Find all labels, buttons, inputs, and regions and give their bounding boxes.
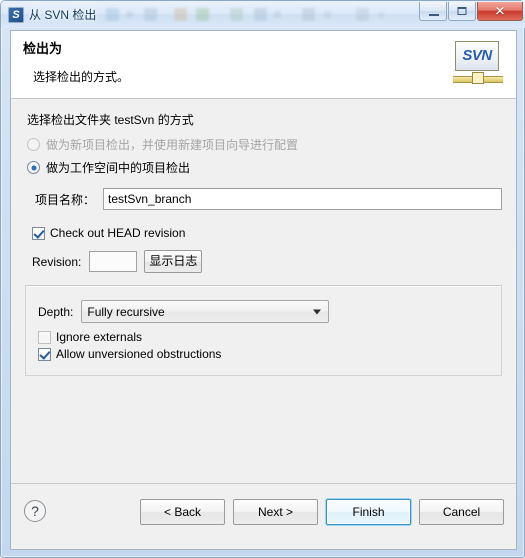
show-log-button[interactable]: 显示日志 [144,250,203,273]
back-button[interactable]: < Back [140,499,225,525]
allow-unversioned-label: Allow unversioned obstructions [56,347,222,361]
project-name-row: 项目名称： [35,188,502,210]
radio-option-workspace-project[interactable]: 做为工作空间中的项目检出 [27,159,502,176]
radio-label-new-project: 做为新项目检出，并使用新建项目向导进行配置 [46,138,299,152]
ignore-externals-checkbox[interactable] [38,330,51,344]
allow-unversioned-checkbox[interactable] [38,347,51,361]
dialog-footer: ? < Back Next > Finish Cancel [11,483,516,549]
chevron-down-icon [313,309,322,314]
project-name-input[interactable] [103,188,502,210]
project-name-label: 项目名称： [35,192,96,207]
close-button[interactable]: ✕ [477,2,523,21]
title-bar[interactable]: S 从 SVN 检出 ✕ [1,1,525,28]
maximize-button[interactable] [448,2,476,21]
page-subtitle: 选择检出的方式。 [33,70,130,84]
depth-label: Depth: [38,304,74,319]
depth-row: Depth: Fully recursive [38,300,489,323]
checkout-prompt: 选择检出文件夹 testSvn 的方式 [27,113,194,127]
svn-logo-knob [472,72,484,84]
minimize-button[interactable] [419,2,447,21]
radio-option-new-project[interactable]: 做为新项目检出，并使用新建项目向导进行配置 [27,136,502,153]
next-button[interactable]: Next > [233,499,318,525]
radio-icon-new-project[interactable] [27,138,40,151]
depth-options-group: Depth: Fully recursive Ignore externals … [25,285,502,376]
window-controls: ✕ [419,2,523,21]
close-icon: ✕ [494,3,506,19]
wizard-buttons: < Back Next > Finish Cancel [140,499,504,525]
minimize-icon [429,14,439,16]
ignore-externals-label: Ignore externals [56,330,143,344]
revision-input[interactable] [89,251,138,272]
window-title: 从 SVN 检出 [29,8,97,22]
head-revision-label: Check out HEAD revision [50,226,186,240]
revision-label: Revision: [32,254,82,269]
wizard-body: 选择检出文件夹 testSvn 的方式 做为新项目检出，并使用新建项目向导进行配… [11,99,516,483]
allow-unversioned-row[interactable]: Allow unversioned obstructions [38,347,489,361]
svn-logo-box: SVN [455,41,499,71]
depth-select[interactable]: Fully recursive [81,300,330,323]
depth-selected-value: Fully recursive [87,304,165,319]
page-title: 检出为 [23,41,63,56]
dialog-client-area: 检出为 选择检出的方式。 SVN 选择检出文件夹 testSvn 的方式 做为新… [10,30,517,550]
head-revision-checkbox[interactable] [32,226,45,240]
finish-button[interactable]: Finish [326,499,411,525]
svn-logo-text: SVN [462,47,492,64]
cancel-button[interactable]: Cancel [419,499,504,525]
ignore-externals-row[interactable]: Ignore externals [38,330,489,344]
head-revision-row[interactable]: Check out HEAD revision [32,226,502,240]
dialog-window: S 从 SVN 检出 ✕ 检出为 选择检出的方式。 SVN 选择检出文件夹 te… [0,0,525,558]
wizard-banner: 检出为 选择检出的方式。 SVN [11,31,516,99]
revision-row: Revision: 显示日志 [32,250,502,273]
svn-icon: S [8,6,24,23]
radio-label-workspace-project: 做为工作空间中的项目检出 [46,161,191,175]
help-button[interactable]: ? [24,500,46,522]
radio-icon-workspace-project[interactable] [27,161,40,174]
maximize-icon [457,7,467,15]
svn-logo-icon: SVN [453,41,503,88]
